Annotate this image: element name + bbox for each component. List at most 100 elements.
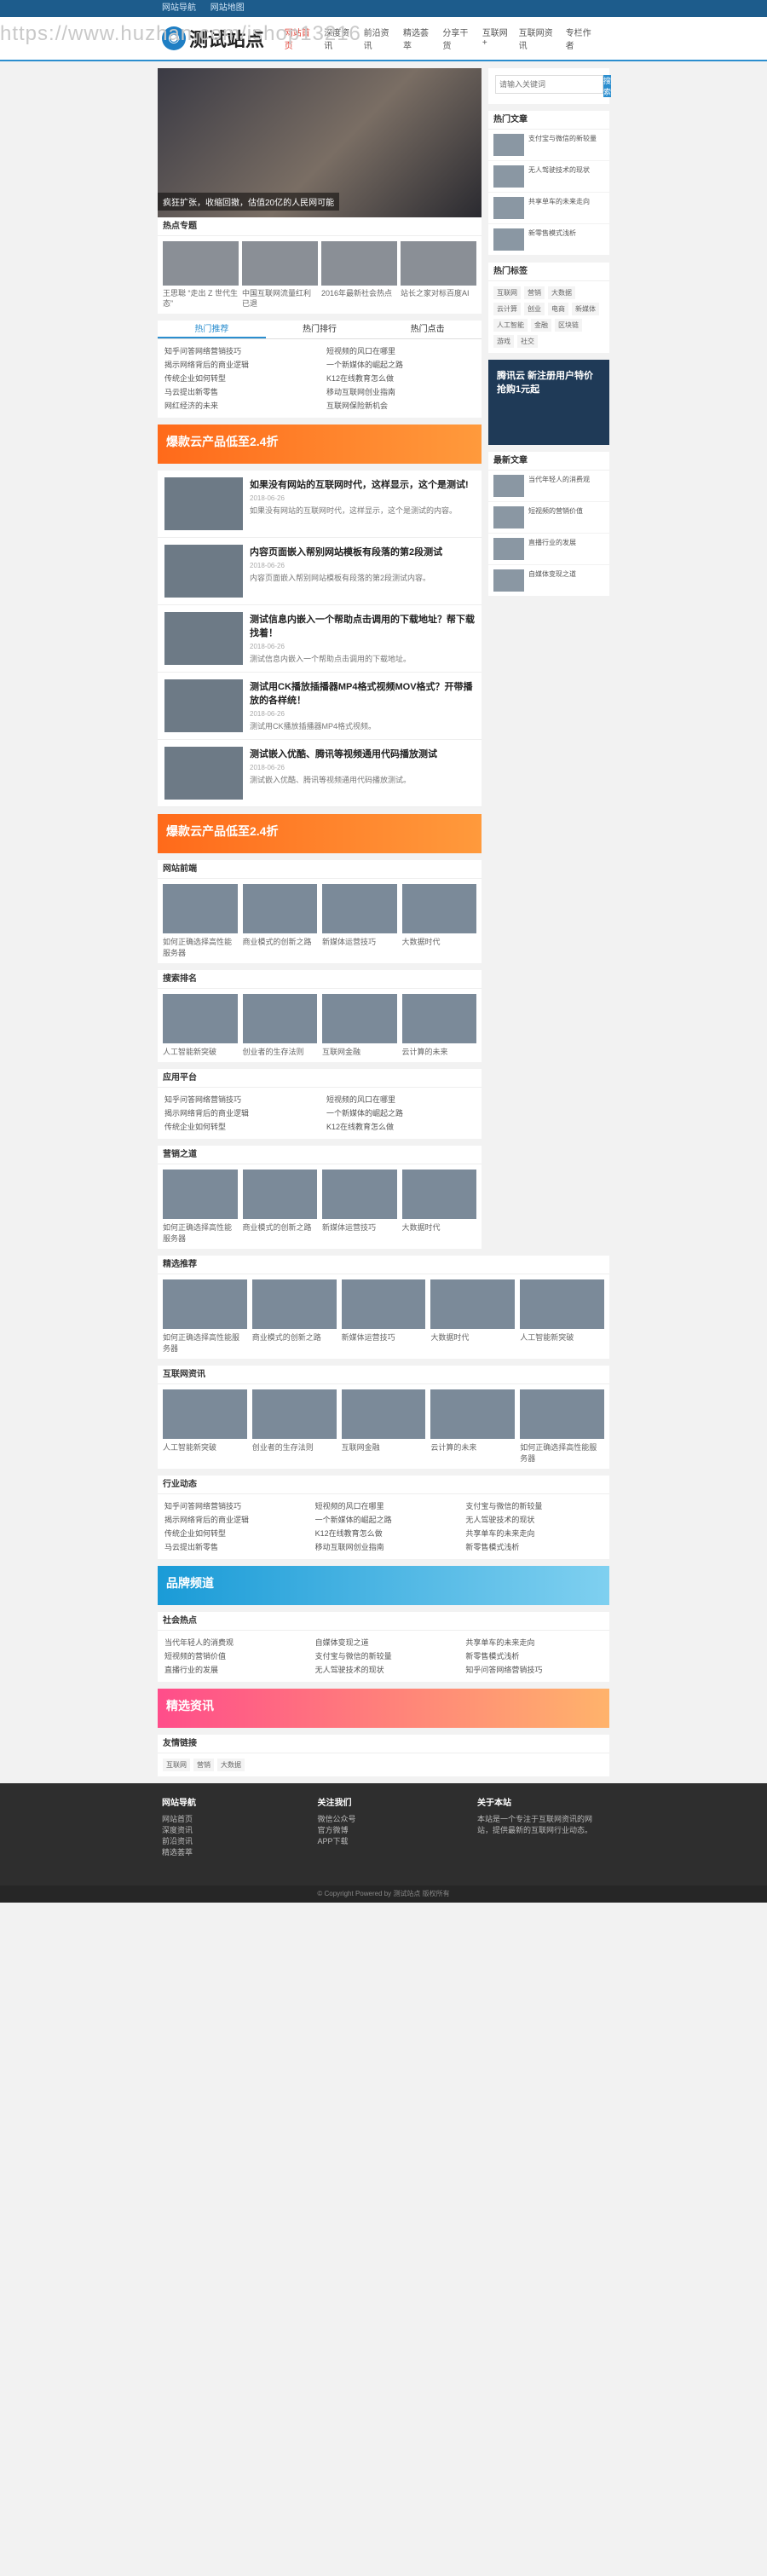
list-item[interactable]: 马云提出新零售 bbox=[164, 1540, 302, 1554]
tag[interactable]: 营销 bbox=[524, 286, 545, 299]
topbar-link-nav[interactable]: 网站导航 bbox=[162, 3, 196, 13]
grid-item[interactable]: 商业模式的创新之路 bbox=[251, 1279, 337, 1354]
featured-item[interactable]: 王思聪 “走出 Z 世代生态” bbox=[163, 241, 239, 309]
tag[interactable]: 新媒体 bbox=[572, 303, 599, 315]
friend-link[interactable]: 大数据 bbox=[217, 1759, 245, 1771]
nav-item-internet-plus[interactable]: 互联网+ bbox=[482, 26, 509, 51]
tag[interactable]: 社交 bbox=[517, 335, 538, 348]
list-item[interactable]: 传统企业如何转型 bbox=[164, 372, 313, 385]
article-item[interactable]: 测试信息内嵌入一个帮助点击调用的下载地址？帮下载找着！ 2018-06-26 测试信… bbox=[158, 605, 482, 673]
hero-slider[interactable]: 疯狂扩张，收缩回撤，估值20亿的人民网可能 bbox=[158, 68, 482, 217]
nav-item-share[interactable]: 分享干货 bbox=[442, 26, 471, 51]
list-item[interactable]: 一个新媒体的崛起之路 bbox=[315, 1513, 453, 1527]
side-item[interactable]: 无人驾驶技术的现状 bbox=[488, 161, 609, 193]
sidebar-ad[interactable]: 腾讯云 新注册用户特价抢购1元起 bbox=[488, 360, 609, 445]
list-item[interactable]: 共享单车的未来走向 bbox=[465, 1636, 603, 1649]
article-title[interactable]: 测试用CK播放插播器MP4格式视频MOV格式？开带播放的各样统！ bbox=[250, 679, 475, 707]
footer-link[interactable]: 网站首页 bbox=[162, 1813, 196, 1824]
grid-item[interactable]: 如何正确选择高性能服务器 bbox=[163, 884, 238, 958]
promo-banner-2[interactable]: 爆款云产品低至2.4折 bbox=[158, 814, 482, 853]
list-item[interactable]: 互联网保险新机会 bbox=[326, 399, 475, 413]
tag[interactable]: 区块链 bbox=[555, 319, 582, 332]
article-item[interactable]: 内容页面嵌入帮别网站模板有段落的第2段测试 2018-06-26 内容页面嵌入帮别网… bbox=[158, 538, 482, 605]
list-item[interactable]: 短视频的风口在哪里 bbox=[326, 1093, 475, 1106]
list-item[interactable]: 揭示网络背后的商业逻辑 bbox=[164, 1106, 313, 1120]
side-item[interactable]: 短视频的营销价值 bbox=[488, 502, 609, 534]
list-item[interactable]: 共享单车的未来走向 bbox=[465, 1527, 603, 1540]
grid-item[interactable]: 新媒体运营技巧 bbox=[341, 1279, 426, 1354]
article-title[interactable]: 内容页面嵌入帮别网站模板有段落的第2段测试 bbox=[250, 545, 442, 558]
list-item[interactable]: 移动互联网创业指南 bbox=[326, 385, 475, 399]
grid-item[interactable]: 大数据时代 bbox=[430, 1279, 516, 1354]
topbar-link-map[interactable]: 网站地图 bbox=[210, 3, 245, 13]
grid-item[interactable]: 创业者的生存法则 bbox=[251, 1389, 337, 1464]
list-item[interactable]: 无人驾驶技术的现状 bbox=[315, 1663, 453, 1677]
list-item[interactable]: 自媒体变现之道 bbox=[315, 1636, 453, 1649]
tag[interactable]: 云计算 bbox=[493, 303, 521, 315]
featured-item[interactable]: 2016年最新社会热点 bbox=[321, 241, 397, 309]
list-item[interactable]: 揭示网络背后的商业逻辑 bbox=[164, 358, 313, 372]
grid-item[interactable]: 创业者的生存法则 bbox=[242, 994, 317, 1057]
footer-link[interactable]: 微信公众号 bbox=[317, 1813, 355, 1824]
promo-banner-3[interactable]: 精选资讯 bbox=[158, 1689, 609, 1728]
grid-item[interactable]: 互联网金融 bbox=[341, 1389, 426, 1464]
list-item[interactable]: 移动互联网创业指南 bbox=[315, 1540, 453, 1554]
side-item[interactable]: 新零售模式浅析 bbox=[488, 224, 609, 256]
promo-banner[interactable]: 爆款云产品低至2.4折 bbox=[158, 425, 482, 464]
side-item[interactable]: 共享单车的未来走向 bbox=[488, 193, 609, 224]
nav-item-news[interactable]: 互联网资讯 bbox=[519, 26, 556, 51]
list-item[interactable]: 传统企业如何转型 bbox=[164, 1527, 302, 1540]
grid-item[interactable]: 互联网金融 bbox=[322, 994, 397, 1057]
footer-link[interactable]: 精选荟萃 bbox=[162, 1846, 196, 1857]
grid-item[interactable]: 新媒体运营技巧 bbox=[322, 884, 397, 958]
list-item[interactable]: 无人驾驶技术的现状 bbox=[465, 1513, 603, 1527]
list-item[interactable]: 直播行业的发展 bbox=[164, 1663, 302, 1677]
list-item[interactable]: 马云提出新零售 bbox=[164, 385, 313, 399]
footer-link[interactable]: 官方微博 bbox=[317, 1824, 355, 1835]
tag[interactable]: 大数据 bbox=[548, 286, 575, 299]
list-item[interactable]: 短视频的营销价值 bbox=[164, 1649, 302, 1663]
tab-rank[interactable]: 热门排行 bbox=[266, 321, 374, 338]
featured-item[interactable]: 中国互联网流量红利已退 bbox=[242, 241, 318, 309]
footer-link[interactable]: 前沿资讯 bbox=[162, 1835, 196, 1846]
list-item[interactable]: 揭示网络背后的商业逻辑 bbox=[164, 1513, 302, 1527]
list-item[interactable]: K12在线教育怎么做 bbox=[326, 1120, 475, 1134]
side-item[interactable]: 当代年轻人的消费观 bbox=[488, 471, 609, 502]
nav-item-front[interactable]: 前沿资讯 bbox=[364, 26, 393, 51]
side-item[interactable]: 自媒体变现之道 bbox=[488, 565, 609, 597]
friend-link[interactable]: 营销 bbox=[193, 1759, 214, 1771]
grid-item[interactable]: 人工智能新突破 bbox=[520, 1279, 604, 1354]
grid-item[interactable]: 大数据时代 bbox=[401, 884, 476, 958]
tag[interactable]: 人工智能 bbox=[493, 319, 528, 332]
grid-item[interactable]: 人工智能新突破 bbox=[163, 994, 238, 1057]
tab-recommend[interactable]: 热门推荐 bbox=[158, 321, 266, 338]
list-item[interactable]: 知乎问答网络营销技巧 bbox=[164, 1093, 313, 1106]
list-item[interactable]: 知乎问答网络营销技巧 bbox=[465, 1663, 603, 1677]
grid-item[interactable]: 云计算的未来 bbox=[430, 1389, 516, 1464]
side-item[interactable]: 支付宝与微信的新较量 bbox=[488, 130, 609, 161]
grid-item[interactable]: 如何正确选择高性能服务器 bbox=[520, 1389, 604, 1464]
list-item[interactable]: 网红经济的未来 bbox=[164, 399, 313, 413]
list-item[interactable]: 传统企业如何转型 bbox=[164, 1120, 313, 1134]
nav-item-selected[interactable]: 精选荟萃 bbox=[403, 26, 432, 51]
article-item[interactable]: 如果没有网站的互联网时代，这样显示，这个是测试! 2018-06-26 如果没有网站… bbox=[158, 471, 482, 538]
grid-item[interactable]: 大数据时代 bbox=[401, 1170, 476, 1244]
list-item[interactable]: 新零售模式浅析 bbox=[465, 1540, 603, 1554]
list-item[interactable]: K12在线教育怎么做 bbox=[315, 1527, 453, 1540]
hero-caption[interactable]: 疯狂扩张，收缩回撤，估值20亿的人民网可能 bbox=[158, 193, 340, 211]
list-item[interactable]: K12在线教育怎么做 bbox=[326, 372, 475, 385]
tag[interactable]: 互联网 bbox=[493, 286, 521, 299]
list-item[interactable]: 当代年轻人的消费观 bbox=[164, 1636, 302, 1649]
list-item[interactable]: 新零售模式浅析 bbox=[465, 1649, 603, 1663]
list-item[interactable]: 一个新媒体的崛起之路 bbox=[326, 1106, 475, 1120]
footer-link[interactable]: 深度资讯 bbox=[162, 1824, 196, 1835]
nav-item-authors[interactable]: 专栏作者 bbox=[566, 26, 595, 51]
grid-item[interactable]: 如何正确选择高性能服务器 bbox=[163, 1279, 247, 1354]
grid-item[interactable]: 云计算的未来 bbox=[401, 994, 476, 1057]
grid-item[interactable]: 如何正确选择高性能服务器 bbox=[163, 1170, 238, 1244]
article-item[interactable]: 测试嵌入优酷、腾讯等视频通用代码播放测试 2018-06-26 测试嵌入优酷、腾讯等… bbox=[158, 740, 482, 807]
list-item[interactable]: 一个新媒体的崛起之路 bbox=[326, 358, 475, 372]
article-title[interactable]: 如果没有网站的互联网时代，这样显示，这个是测试! bbox=[250, 477, 469, 491]
list-item[interactable]: 短视频的风口在哪里 bbox=[315, 1499, 453, 1513]
article-item[interactable]: 测试用CK播放插播器MP4格式视频MOV格式？开带播放的各样统！ 2018-06-… bbox=[158, 673, 482, 740]
